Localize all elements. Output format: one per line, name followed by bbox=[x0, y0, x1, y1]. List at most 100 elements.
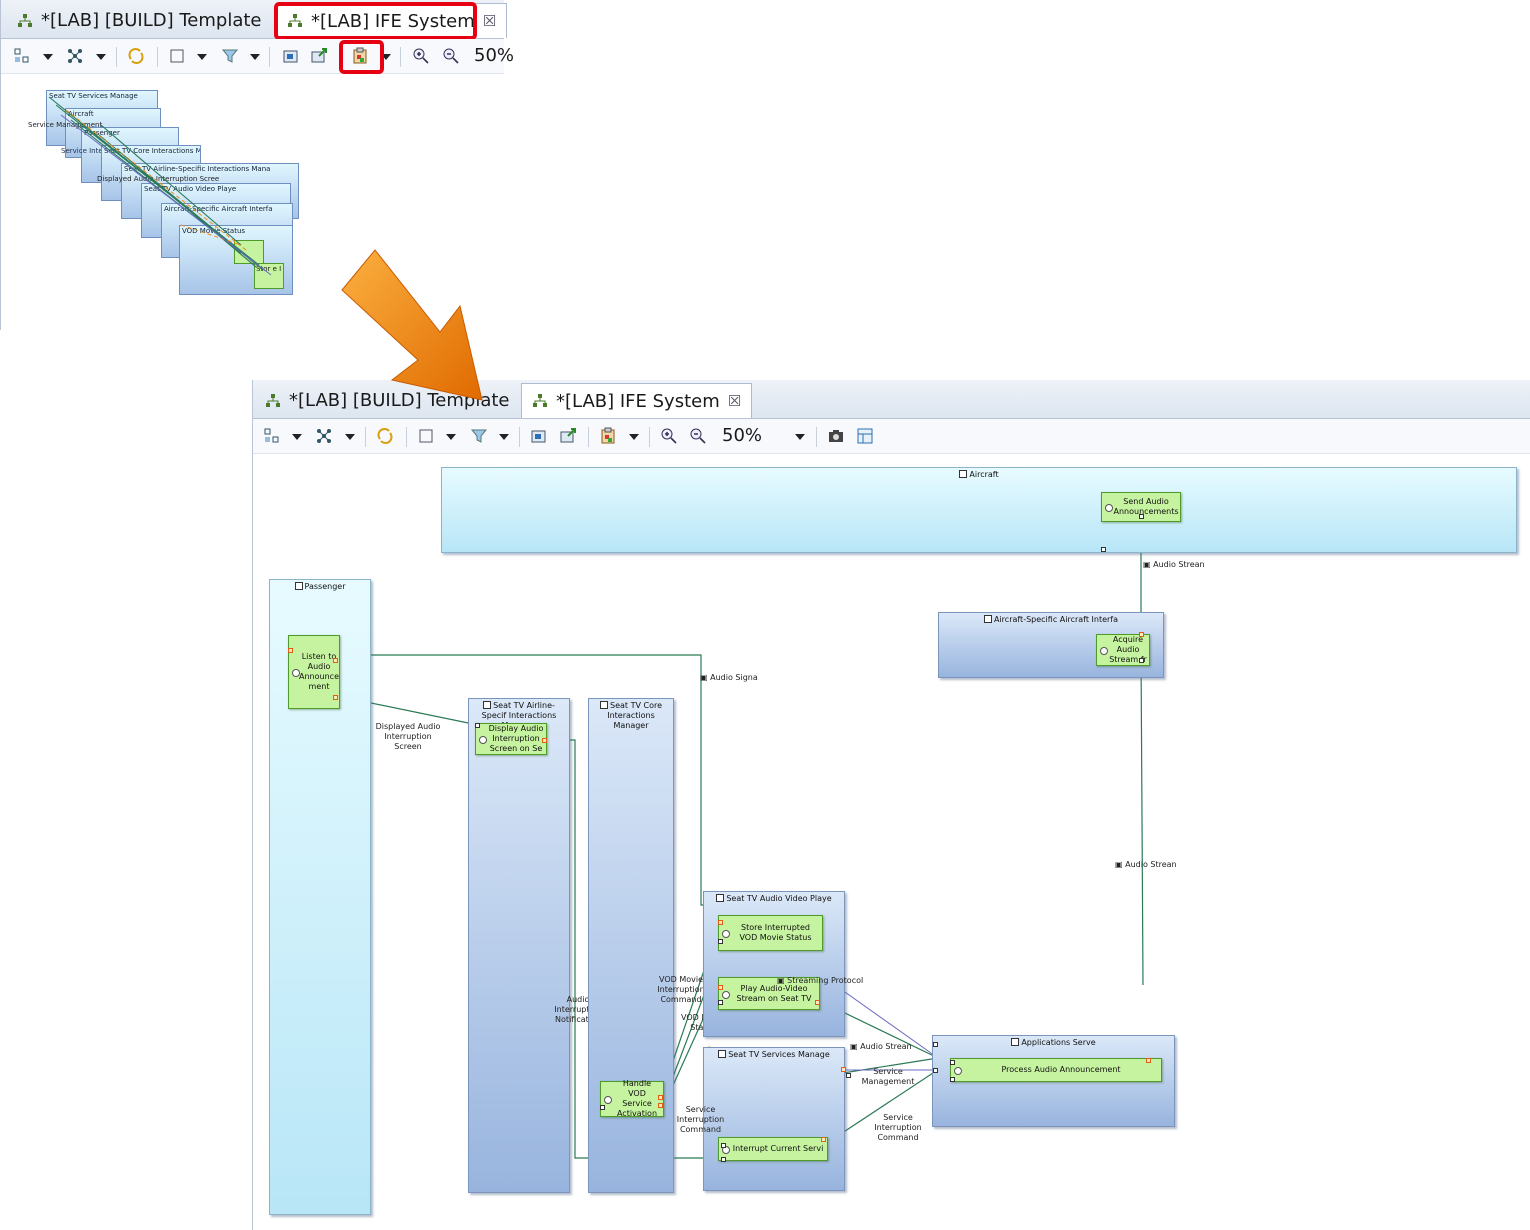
exchange-label-service-interruption: Service Interruption Command bbox=[874, 1113, 922, 1142]
chevron-down-icon[interactable] bbox=[250, 54, 260, 60]
select-icon[interactable] bbox=[415, 425, 437, 447]
toolbar-separator bbox=[406, 427, 407, 447]
export-icon[interactable] bbox=[308, 45, 330, 67]
port[interactable] bbox=[933, 1068, 938, 1073]
function-interrupt-service[interactable]: Interrupt Current Servi bbox=[718, 1137, 828, 1161]
port[interactable] bbox=[841, 1067, 846, 1072]
port[interactable] bbox=[600, 1105, 605, 1110]
tab-label: *[LAB] IFE System bbox=[556, 390, 720, 412]
port[interactable] bbox=[718, 939, 723, 944]
zoom-dropdown-chevron-icon[interactable] bbox=[795, 434, 805, 440]
function-icon bbox=[722, 930, 730, 938]
toolbar-separator bbox=[400, 47, 401, 67]
port[interactable] bbox=[333, 695, 338, 700]
arrange-icon[interactable] bbox=[261, 425, 283, 447]
zoom-level[interactable]: 50% bbox=[722, 425, 762, 446]
refresh-icon[interactable] bbox=[125, 45, 147, 67]
chevron-down-icon[interactable] bbox=[292, 434, 302, 440]
chevron-down-icon[interactable] bbox=[499, 434, 509, 440]
port[interactable] bbox=[1139, 514, 1144, 519]
camera-icon[interactable] bbox=[825, 425, 847, 447]
exchange-label-audio-stream: ▣ Audio Strean bbox=[1115, 860, 1177, 870]
paste-layout-icon[interactable] bbox=[597, 425, 619, 447]
layout-icon[interactable] bbox=[64, 45, 86, 67]
chevron-down-icon[interactable] bbox=[43, 54, 53, 60]
function-store-interrupted[interactable]: Store Interrupted VOD Movie Status bbox=[718, 915, 823, 951]
actor-icon bbox=[959, 470, 968, 478]
chevron-down-icon[interactable] bbox=[629, 434, 639, 440]
component-title: Aircraft-Specific Aircraft Interfa bbox=[993, 615, 1119, 624]
exchange-label-audio-stream: ▣ Audio Strean bbox=[1143, 560, 1205, 570]
function-handle-vod[interactable]: Handle VOD Service Activation bbox=[600, 1079, 664, 1118]
port[interactable] bbox=[658, 1095, 663, 1100]
port[interactable] bbox=[542, 738, 547, 743]
port[interactable] bbox=[475, 723, 480, 728]
function-process-audio[interactable]: Process Audio Announcement bbox=[950, 1058, 1162, 1082]
port[interactable] bbox=[1139, 658, 1144, 663]
filter-icon[interactable] bbox=[468, 425, 490, 447]
port[interactable] bbox=[950, 1077, 955, 1082]
toolbar-separator bbox=[649, 427, 650, 447]
exchange-icon: ▣ bbox=[1115, 860, 1126, 869]
select-icon[interactable] bbox=[166, 45, 188, 67]
diagram-icon bbox=[266, 393, 280, 407]
function-label: Display Audio Interruption Screen on Se bbox=[488, 724, 544, 753]
transition-arrow-icon bbox=[341, 249, 483, 401]
tab-ife-system[interactable]: *[LAB] IFE System ☒ bbox=[521, 383, 753, 418]
chevron-down-icon[interactable] bbox=[345, 434, 355, 440]
chevron-down-icon[interactable] bbox=[96, 54, 106, 60]
port[interactable] bbox=[721, 1143, 726, 1148]
close-icon[interactable]: ☒ bbox=[483, 12, 496, 30]
port[interactable] bbox=[846, 1073, 851, 1078]
exchange-label-service-management: Service Management bbox=[861, 1067, 915, 1086]
exchange-label-streaming-protocol: ▣ Streaming Protocol bbox=[777, 976, 863, 986]
port[interactable] bbox=[821, 1137, 826, 1142]
export-icon[interactable] bbox=[528, 425, 550, 447]
port[interactable] bbox=[721, 1157, 726, 1162]
function-label: Process Audio Announcement bbox=[1001, 1065, 1121, 1074]
component-icon bbox=[718, 1050, 727, 1058]
layout-icon[interactable] bbox=[313, 425, 335, 447]
diagram-canvas[interactable]: Aircraft Send Audio Announcements ▣ Audi… bbox=[253, 455, 1530, 1230]
port[interactable] bbox=[1146, 1058, 1151, 1063]
tab-build-template[interactable]: *[LAB] [BUILD] Template bbox=[7, 4, 272, 37]
port[interactable] bbox=[718, 985, 723, 990]
port[interactable] bbox=[950, 1060, 955, 1065]
zoom-in-icon[interactable] bbox=[410, 45, 432, 67]
component-aircraft[interactable]: Aircraft bbox=[441, 467, 1517, 553]
port[interactable] bbox=[658, 1103, 663, 1108]
component-icon bbox=[483, 701, 492, 709]
function-display-audio[interactable]: Display Audio Interruption Screen on Se bbox=[475, 723, 547, 755]
toolbar-separator bbox=[588, 427, 589, 447]
port[interactable] bbox=[1139, 632, 1144, 637]
chevron-down-icon[interactable] bbox=[197, 54, 207, 60]
zoom-out-icon[interactable] bbox=[687, 425, 709, 447]
port[interactable] bbox=[1101, 547, 1106, 552]
close-icon[interactable]: ☒ bbox=[728, 392, 741, 410]
layout-icon[interactable] bbox=[854, 425, 876, 447]
arrange-icon[interactable] bbox=[11, 45, 33, 67]
zoom-in-icon[interactable] bbox=[658, 425, 680, 447]
exchange-label-service-interruption: Service Interruption Command bbox=[676, 1105, 725, 1134]
port[interactable] bbox=[718, 1000, 723, 1005]
chevron-down-icon[interactable] bbox=[446, 434, 456, 440]
port[interactable] bbox=[288, 648, 293, 653]
component-airline-interactions[interactable]: Seat TV Airline-Specif Interactions Mana… bbox=[468, 698, 570, 1193]
function-icon bbox=[722, 990, 730, 999]
exchange-label-text: Audio Strean bbox=[1125, 860, 1177, 869]
port[interactable] bbox=[933, 1042, 938, 1047]
port[interactable] bbox=[333, 658, 338, 663]
zoom-out-icon[interactable] bbox=[440, 45, 462, 67]
zoom-level[interactable]: 50% bbox=[474, 45, 514, 66]
port[interactable] bbox=[718, 920, 723, 925]
component-audio-video-player[interactable]: Seat TV Audio Video Playe bbox=[703, 891, 845, 1037]
export-icon[interactable] bbox=[557, 425, 579, 447]
port[interactable] bbox=[815, 1000, 820, 1005]
refresh-icon[interactable] bbox=[374, 425, 396, 447]
exchange-icon: ▣ bbox=[777, 976, 788, 985]
exchange-label-text: Audio Strean bbox=[860, 1042, 912, 1051]
export-icon[interactable] bbox=[280, 45, 302, 67]
filter-icon[interactable] bbox=[219, 45, 241, 67]
toolbar-separator bbox=[365, 427, 366, 447]
function-label: Send Audio Announcements bbox=[1113, 497, 1179, 516]
